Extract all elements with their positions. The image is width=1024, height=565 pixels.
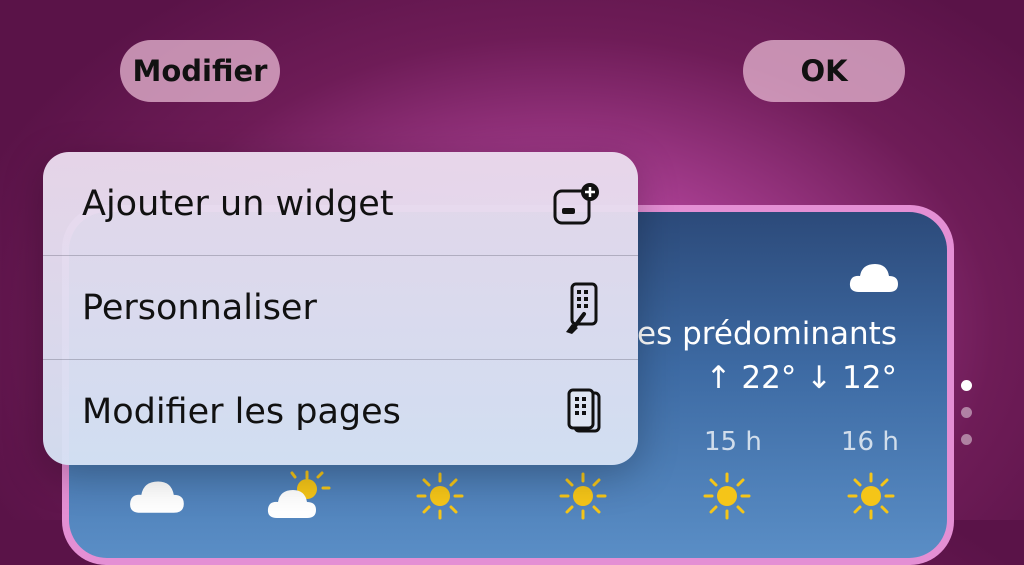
- menu-item-edit-pages[interactable]: Modifier les pages: [43, 360, 638, 464]
- sun-icon: [847, 472, 895, 520]
- cloud-icon: [849, 264, 898, 292]
- cloud-icon: [130, 481, 184, 513]
- page-dots[interactable]: [961, 380, 972, 461]
- hour-label: 15 h: [704, 427, 762, 457]
- page-dot[interactable]: [961, 434, 972, 445]
- menu-item-label: Modifier les pages: [82, 392, 401, 432]
- sun-icon: [559, 472, 607, 520]
- sun-icon: [416, 472, 464, 520]
- menu-item-customize[interactable]: Personnaliser: [43, 256, 638, 360]
- menu-item-label: Ajouter un widget: [82, 183, 394, 224]
- context-menu: Ajouter un widget Personnaliser Modifier…: [43, 152, 638, 465]
- partly-sunny-icon: [267, 470, 331, 518]
- weather-condition: es prédominants: [637, 316, 897, 352]
- menu-item-label: Personnaliser: [82, 287, 317, 328]
- hour-label: 16 h: [841, 427, 899, 457]
- page-dot[interactable]: [961, 380, 972, 391]
- customize-brush-icon: [566, 282, 598, 334]
- page-dot[interactable]: [961, 407, 972, 418]
- edit-pages-icon: [567, 388, 601, 433]
- menu-item-add-widget[interactable]: Ajouter un widget: [43, 152, 638, 256]
- modifier-button[interactable]: Modifier: [120, 40, 280, 102]
- sun-icon: [703, 472, 751, 520]
- add-widget-icon: [553, 182, 599, 224]
- high-low-temperature: ↑ 22° ↓ 12°: [705, 360, 897, 396]
- ok-button[interactable]: OK: [743, 40, 905, 102]
